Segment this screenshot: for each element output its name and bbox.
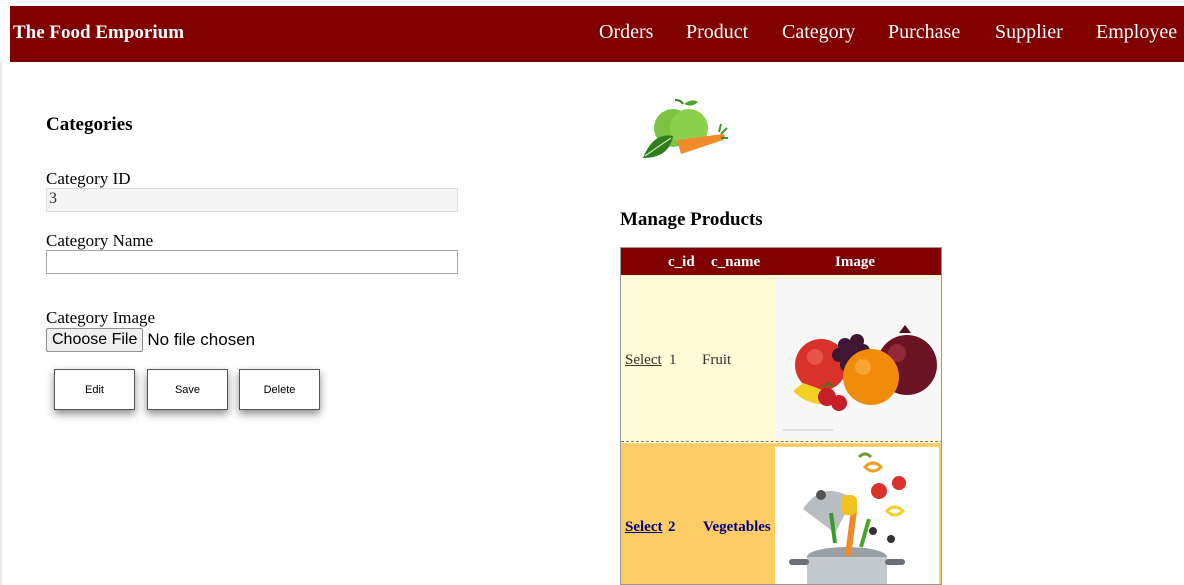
header-image: Image [835, 254, 875, 270]
nav-link-supplier[interactable]: Supplier [995, 21, 1063, 44]
category-name-label: Category Name [46, 231, 154, 250]
nav-link-category[interactable]: Category [782, 21, 855, 44]
table-row: Select 2 Vegetables [621, 443, 941, 584]
choose-file-button[interactable]: Choose File [46, 327, 144, 352]
category-id-field[interactable]: 3 [46, 188, 458, 212]
apple-carrot-logo-icon [637, 98, 729, 164]
save-button[interactable]: Save [147, 369, 228, 410]
cell-c-id: 2 [668, 519, 676, 535]
manage-products-title: Manage Products [620, 209, 763, 230]
cell-c-name: Vegetables [703, 519, 771, 535]
delete-button[interactable]: Delete [239, 369, 320, 410]
nav-link-orders[interactable]: Orders [599, 21, 653, 44]
nav-link-product[interactable]: Product [686, 21, 748, 44]
categories-grid: c_id c_name Image Select 1 Fruit Select … [620, 247, 942, 585]
category-name-input[interactable] [46, 250, 458, 274]
grid-header-row: c_id c_name Image [621, 248, 941, 275]
brand-title[interactable]: The Food Emporium [13, 22, 184, 44]
category-image-label: Category Image [46, 308, 156, 327]
vegetables-image [775, 447, 939, 584]
table-row: Select 1 Fruit [621, 275, 941, 442]
nav-link-employee[interactable]: Employee [1096, 21, 1177, 44]
categories-title: Categories [46, 114, 133, 135]
file-status-text: No file chosen [147, 329, 256, 349]
select-link[interactable]: Select [625, 352, 662, 369]
category-id-label: Category ID [46, 169, 131, 188]
page-left-border [0, 62, 2, 585]
select-link[interactable]: Select [625, 519, 662, 536]
category-image-file-input: Choose File No file chosen [46, 327, 255, 352]
nav-link-purchase[interactable]: Purchase [888, 21, 960, 44]
fruit-image [775, 279, 939, 439]
header-c-name: c_name [711, 254, 761, 270]
header-c-id: c_id [668, 254, 695, 270]
cell-c-name: Fruit [702, 352, 732, 368]
navbar: The Food Emporium Orders Product Categor… [10, 6, 1184, 62]
edit-button[interactable]: Edit [54, 369, 135, 410]
cell-c-id: 1 [669, 352, 677, 368]
